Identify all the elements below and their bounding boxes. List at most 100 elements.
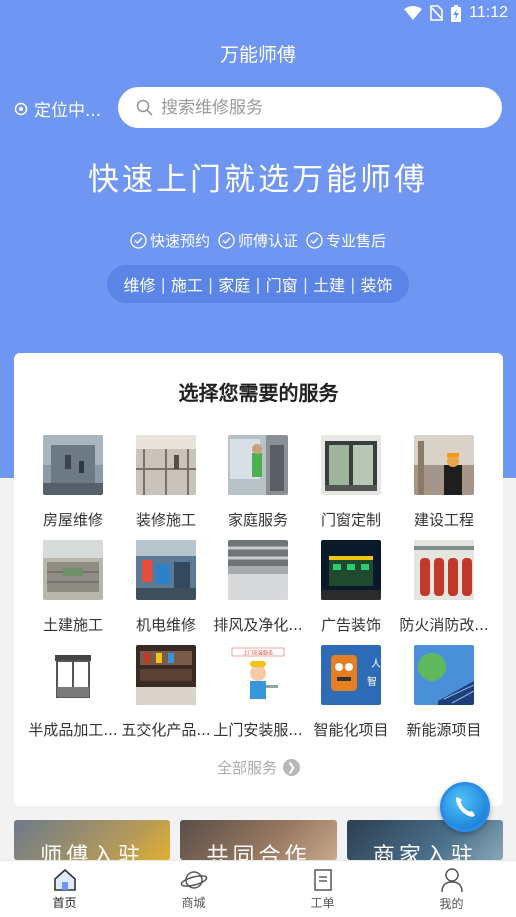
category-tags: 维修 | 施工 | 家庭 | 门窗 | 土建 | 装饰 xyxy=(107,265,409,303)
status-time: 11:12 xyxy=(469,4,508,21)
services-card: 选择您需要的服务 房屋维修 装修施工 家庭服务 门窗定制 建设工程 土建施工 机… xyxy=(14,353,503,806)
service-label: 五交化产品... xyxy=(121,721,211,739)
tab-mall[interactable]: 商城 xyxy=(129,861,258,917)
service-label: 机电维修 xyxy=(135,616,196,634)
fire-protection-image xyxy=(414,540,474,600)
home-service-image xyxy=(228,435,288,495)
bottom-tab-bar: 首页 商城 工单 我的 xyxy=(0,860,516,917)
renovation-image xyxy=(136,435,196,495)
ventilation-image xyxy=(228,540,288,600)
service-label: 新能源项目 xyxy=(406,721,482,739)
banner-label: 共同合作 xyxy=(206,844,311,860)
location-label: 定位中... xyxy=(34,101,102,121)
service-item[interactable]: 人智 智能化项目 xyxy=(301,645,401,740)
booth-image xyxy=(43,645,103,705)
service-label: 房屋维修 xyxy=(42,511,103,529)
service-item[interactable]: 防火消防改... xyxy=(394,540,494,635)
electromechanical-image xyxy=(136,540,196,600)
status-bar: 11:12 xyxy=(0,0,516,30)
user-icon xyxy=(440,867,463,892)
document-icon xyxy=(313,868,332,891)
service-label: 广告装饰 xyxy=(320,616,381,634)
planet-icon xyxy=(180,870,207,889)
house-repair-image xyxy=(43,435,103,495)
service-item[interactable]: 五交化产品... xyxy=(116,645,216,740)
banner-label: 商家入驻 xyxy=(372,844,477,860)
tab-profile[interactable]: 我的 xyxy=(387,861,516,917)
service-item[interactable]: 房屋维修 xyxy=(23,435,123,530)
tag-item: 施工 xyxy=(170,276,203,295)
tab-home[interactable]: 首页 xyxy=(0,861,129,917)
tag-item: 土建 xyxy=(313,276,346,295)
phone-icon xyxy=(456,797,475,817)
feature-label: 专业售后 xyxy=(326,232,387,250)
civil-works-image xyxy=(43,540,103,600)
all-services-label: 全部服务 xyxy=(216,759,277,777)
window-door-image xyxy=(321,435,381,495)
construction-project-image xyxy=(414,435,474,495)
tab-label: 商城 xyxy=(181,895,206,910)
tag-item: 装饰 xyxy=(360,276,393,295)
location-selector[interactable]: 定位中... xyxy=(14,96,101,121)
svg-text:智: 智 xyxy=(367,675,377,688)
installation-service-image: 上门安装服务 xyxy=(228,645,288,705)
smart-project-image: 人智 xyxy=(321,645,381,705)
tag-item: 维修 xyxy=(123,276,156,295)
no-sim-icon xyxy=(430,5,444,21)
tab-orders[interactable]: 工单 xyxy=(258,861,387,917)
chevron-right-icon: ❯ xyxy=(283,759,300,776)
promo-banners: 师傅入驻 共同合作 商家入驻 xyxy=(14,820,503,860)
feature-item: 师傅认证 xyxy=(218,230,298,251)
service-label: 门窗定制 xyxy=(320,511,381,529)
service-item[interactable]: 装修施工 xyxy=(116,435,216,530)
promo-banner[interactable]: 共同合作 xyxy=(180,820,337,860)
service-item[interactable]: 土建施工 xyxy=(23,540,123,635)
tab-label: 工单 xyxy=(310,895,335,910)
feature-list: 快速预约 师傅认证 专业售后 xyxy=(0,230,516,251)
banner-label: 师傅入驻 xyxy=(40,844,145,860)
check-circle-icon xyxy=(306,232,323,249)
service-item[interactable]: 家庭服务 xyxy=(208,435,308,530)
feature-item: 快速预约 xyxy=(130,230,210,251)
service-label: 排风及净化... xyxy=(213,616,303,634)
service-label: 上门安装服... xyxy=(213,721,303,739)
advertising-decoration-image xyxy=(321,540,381,600)
call-button[interactable] xyxy=(440,782,490,832)
service-label: 防火消防改... xyxy=(399,616,489,634)
service-item[interactable]: 建设工程 xyxy=(394,435,494,530)
thumb-badge-text: 上门安装服务 xyxy=(243,650,273,657)
service-label: 土建施工 xyxy=(42,616,103,634)
tag-item: 家庭 xyxy=(218,276,251,295)
service-item[interactable]: 半成品加工... xyxy=(23,645,123,740)
feature-item: 专业售后 xyxy=(306,230,386,251)
location-target-icon xyxy=(14,102,28,115)
tab-label: 首页 xyxy=(52,895,77,910)
home-icon xyxy=(53,868,76,891)
hero-slogan: 快速上门就选万能师傅 xyxy=(88,162,428,198)
services-title: 选择您需要的服务 xyxy=(178,381,339,405)
service-item[interactable]: 门窗定制 xyxy=(301,435,401,530)
service-label: 家庭服务 xyxy=(227,511,288,529)
battery-charging-icon xyxy=(451,4,462,22)
search-icon xyxy=(136,99,153,116)
tab-label: 我的 xyxy=(439,896,464,911)
all-services-link[interactable]: 全部服务 ❯ xyxy=(14,757,503,778)
service-item[interactable]: 排风及净化... xyxy=(208,540,308,635)
service-label: 装修施工 xyxy=(135,511,196,529)
new-energy-image xyxy=(414,645,475,705)
service-item[interactable]: 机电维修 xyxy=(116,540,216,635)
service-item[interactable]: 广告装饰 xyxy=(301,540,401,635)
app-title: 万能师傅 xyxy=(219,44,296,66)
service-label: 智能化项目 xyxy=(313,721,389,739)
wifi-icon xyxy=(404,6,423,20)
service-item[interactable]: 新能源项目 xyxy=(394,645,494,740)
search-bar[interactable] xyxy=(118,87,502,128)
check-circle-icon xyxy=(218,232,235,249)
check-circle-icon xyxy=(130,232,147,249)
promo-banner[interactable]: 师傅入驻 xyxy=(14,820,171,860)
service-label: 建设工程 xyxy=(413,511,474,529)
service-label: 半成品加工... xyxy=(28,721,118,739)
search-input[interactable] xyxy=(161,97,461,118)
service-item[interactable]: 上门安装服务 上门安装服... xyxy=(208,645,308,740)
feature-label: 快速预约 xyxy=(149,232,210,250)
